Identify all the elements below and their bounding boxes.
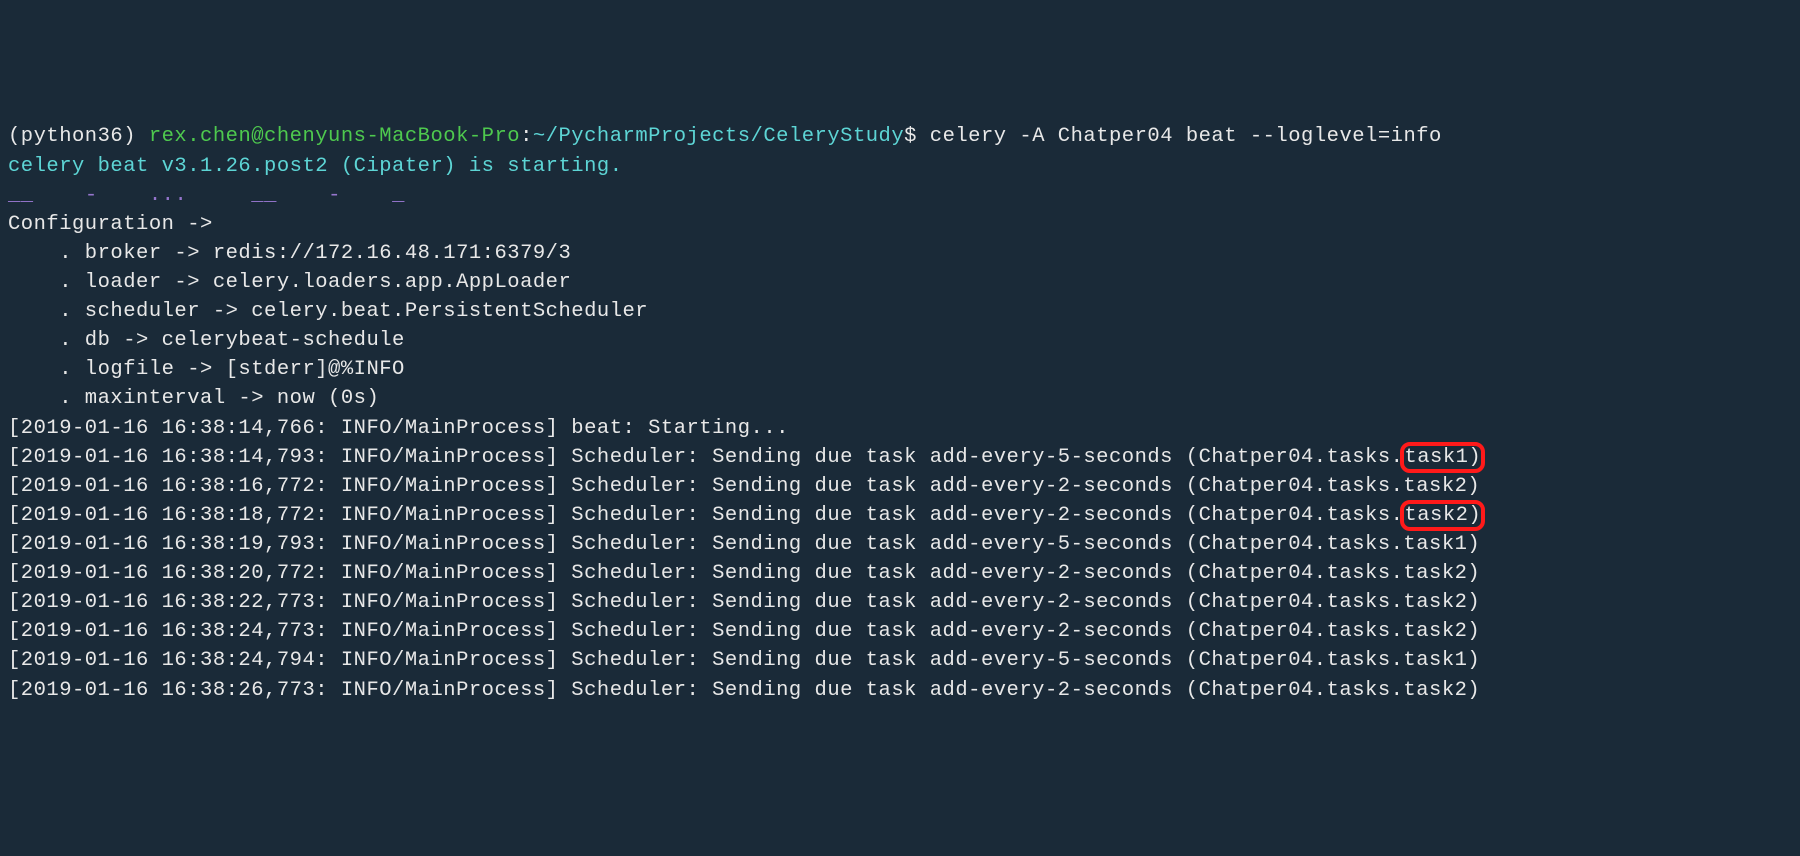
log-line: [2019-01-16 16:38:14,766: INFO/MainProce… (8, 417, 789, 440)
startup-line: celery beat v3.1.26.post2 (Cipater) is s… (8, 155, 623, 178)
terminal-output: (python36) rex.chen@chenyuns-MacBook-Pro… (8, 122, 1792, 704)
log-line: [2019-01-16 16:38:26,773: INFO/MainProce… (8, 679, 1480, 702)
log-line: [2019-01-16 16:38:22,773: INFO/MainProce… (8, 591, 1480, 614)
config-broker: . broker -> redis://172.16.48.171:6379/3 (8, 242, 571, 265)
log-line: [2019-01-16 16:38:24,794: INFO/MainProce… (8, 649, 1480, 672)
log-line: [2019-01-16 16:38:20,772: INFO/MainProce… (8, 562, 1480, 585)
separator-line: __ - ... __ - _ (8, 184, 405, 207)
prompt-user-host: rex.chen@chenyuns-MacBook-Pro (149, 125, 520, 148)
config-header: Configuration -> (8, 213, 213, 236)
highlight-annotation: task1) (1400, 442, 1485, 473)
log-line: [2019-01-16 16:38:14,793: INFO/MainProce… (8, 446, 1482, 469)
prompt-path: ~/PycharmProjects/CeleryStudy (533, 125, 904, 148)
config-loader: . loader -> celery.loaders.app.AppLoader (8, 271, 571, 294)
log-line: [2019-01-16 16:38:19,793: INFO/MainProce… (8, 533, 1480, 556)
config-db: . db -> celerybeat-schedule (8, 329, 405, 352)
log-line: [2019-01-16 16:38:18,772: INFO/MainProce… (8, 504, 1482, 527)
log-line: [2019-01-16 16:38:16,772: INFO/MainProce… (8, 475, 1480, 498)
command-text[interactable]: celery -A Chatper04 beat --loglevel=info (930, 125, 1442, 148)
prompt-env: (python36) (8, 125, 149, 148)
config-scheduler: . scheduler -> celery.beat.PersistentSch… (8, 300, 648, 323)
highlight-annotation: task2) (1400, 500, 1485, 531)
prompt-dollar: $ (904, 125, 930, 148)
config-maxinterval: . maxinterval -> now (0s) (8, 387, 379, 410)
prompt-colon: : (520, 125, 533, 148)
config-logfile: . logfile -> [stderr]@%INFO (8, 358, 405, 381)
log-line: [2019-01-16 16:38:24,773: INFO/MainProce… (8, 620, 1480, 643)
